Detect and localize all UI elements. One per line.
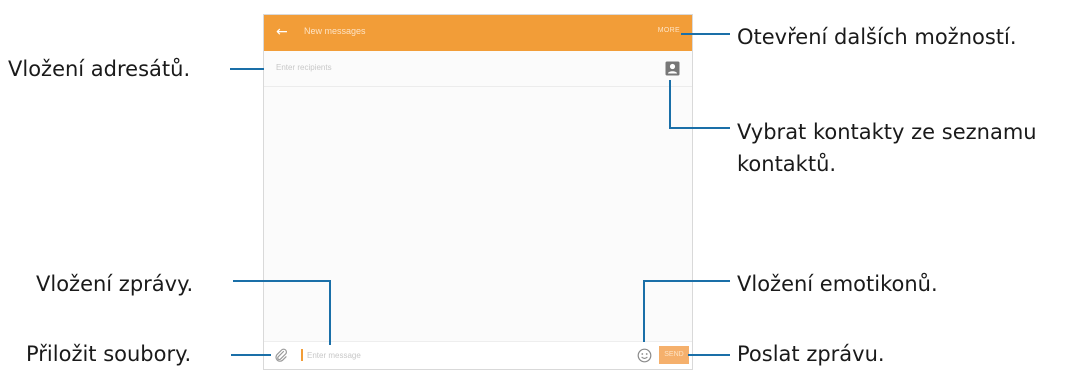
leader-line-contacts-vertical xyxy=(669,80,671,128)
text-cursor xyxy=(301,349,303,361)
callout-select-contacts-line2: kontaktů. xyxy=(737,152,837,176)
recipients-input[interactable]: Enter recipients xyxy=(276,63,332,72)
leader-line-attach xyxy=(231,354,271,356)
leader-line-more xyxy=(681,33,730,35)
contact-book-icon[interactable] xyxy=(665,61,680,76)
callout-enter-message: Vložení zprávy. xyxy=(36,272,194,296)
smiley-icon[interactable] xyxy=(637,348,652,363)
callout-attach-files: Přiložit soubory. xyxy=(26,342,192,366)
leader-line-send xyxy=(688,354,730,356)
callout-select-contacts-line1: Vybrat kontakty ze seznamu xyxy=(737,120,1037,144)
callout-send-message: Poslat zprávu. xyxy=(737,342,885,366)
send-button[interactable]: SEND xyxy=(659,346,689,364)
callout-more-options: Otevření dalších možností. xyxy=(737,25,1017,49)
message-input[interactable]: Enter message xyxy=(307,351,361,360)
callout-insert-recipients: Vložení adresátů. xyxy=(8,57,191,81)
leader-line-recipients xyxy=(230,68,264,70)
leader-line-message-vertical xyxy=(329,280,331,345)
more-button[interactable]: MORE xyxy=(658,27,680,34)
leader-line-contacts xyxy=(669,127,730,129)
paperclip-icon[interactable] xyxy=(274,348,288,362)
message-compose-screen: ← New messages MORE Enter recipients Ent… xyxy=(263,14,693,370)
recipients-field[interactable]: Enter recipients xyxy=(264,51,692,87)
callout-insert-emoticons: Vložení emotikonů. xyxy=(737,272,938,296)
back-arrow-icon[interactable]: ← xyxy=(276,23,288,41)
compose-bar: Enter message SEND xyxy=(264,341,692,369)
app-bar: ← New messages MORE xyxy=(264,15,692,51)
leader-line-emoticons xyxy=(643,280,730,282)
leader-line-message xyxy=(233,280,331,282)
leader-line-emoticons-vertical xyxy=(643,280,645,342)
screen-title: New messages xyxy=(304,26,366,36)
